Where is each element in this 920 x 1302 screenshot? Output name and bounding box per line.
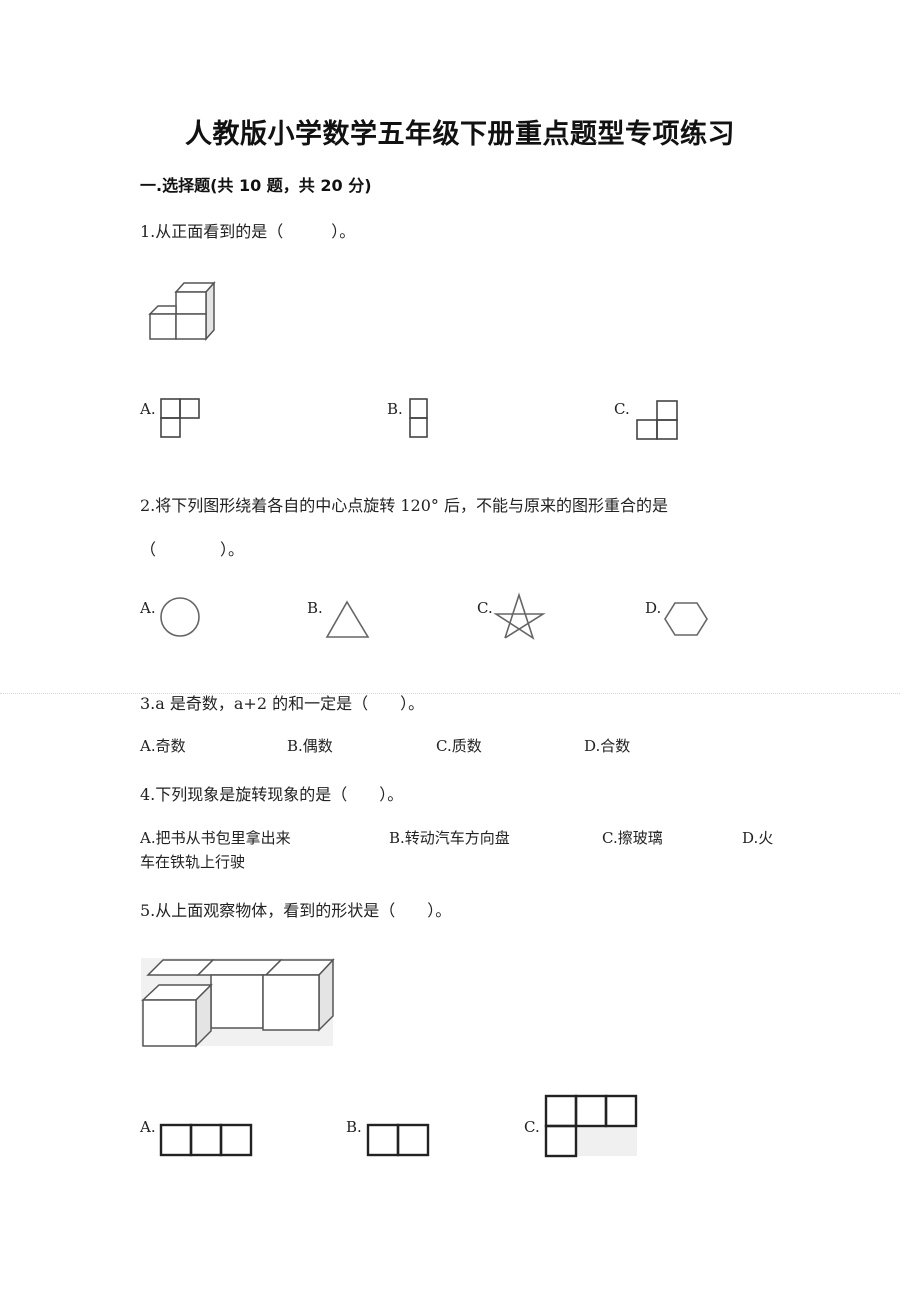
q5-option-c-label[interactable]: C. [524,1118,540,1136]
q1-option-a-figure[interactable] [160,398,202,440]
star-icon[interactable] [493,592,546,640]
question-2-text: 2.将下列图形绕着各自的中心点旋转 120° 后，不能与原来的图形重合的是 [140,496,668,515]
q5-option-a-label[interactable]: A. [140,1118,156,1136]
cube-top-face [148,305,177,315]
q2-option-b-label[interactable]: B. [307,599,323,617]
q4-option-c[interactable]: C.擦玻璃 [602,827,663,848]
q4-option-b[interactable]: B.转动汽车方向盘 [389,827,510,848]
section-heading: 一.选择题(共 10 题，共 20 分) [140,176,372,195]
q3-option-b[interactable]: B.偶数 [287,735,333,756]
q1-option-c-label[interactable]: C. [614,400,630,418]
cube-front [149,313,177,340]
question-2-text-cont: （ ）。 [140,540,245,559]
page-divider [0,693,900,694]
q3-option-c[interactable]: C.质数 [436,735,482,756]
q5-option-a-figure[interactable] [159,1123,254,1158]
q5-option-b-figure[interactable] [366,1123,431,1158]
q5-option-b-label[interactable]: B. [346,1118,362,1136]
q1-option-c-figure[interactable] [636,400,680,442]
q3-option-a[interactable]: A.奇数 [140,735,186,756]
question-5-figure [141,958,335,1048]
cube-front [175,313,207,340]
question-3-text: 3.a 是奇数，a+2 的和一定是（ ）。 [140,694,425,713]
hexagon-icon[interactable] [664,601,709,637]
page-title: 人教版小学数学五年级下册重点题型专项练习 [185,119,735,150]
question-1-text: 1.从正面看到的是（ ）。 [140,222,356,241]
q2-option-c-label[interactable]: C. [477,599,493,617]
q5-option-c-figure[interactable] [544,1094,639,1159]
circle-icon[interactable] [159,596,203,640]
question-4-text: 4.下列现象是旋转现象的是（ ）。 [140,785,404,804]
q1-option-a-label[interactable]: A. [140,400,156,418]
q3-option-d[interactable]: D.合数 [584,735,630,756]
q1-option-b-figure[interactable] [409,398,429,440]
triangle-icon[interactable] [325,600,371,640]
cube-side-face [205,281,215,341]
q1-option-b-label[interactable]: B. [387,400,403,418]
q4-option-a[interactable]: A.把书从书包里拿出来 [140,827,291,848]
question-1-figure [148,281,216,341]
cube-front [175,291,207,315]
question-5-text: 5.从上面观察物体，看到的形状是（ ）。 [140,901,452,920]
q2-option-a-label[interactable]: A. [140,599,156,617]
q4-option-d-cont: 车在铁轨上行驶 [140,853,246,871]
q2-option-d-label[interactable]: D. [645,599,661,617]
q4-option-d[interactable]: D.火 [742,827,773,848]
